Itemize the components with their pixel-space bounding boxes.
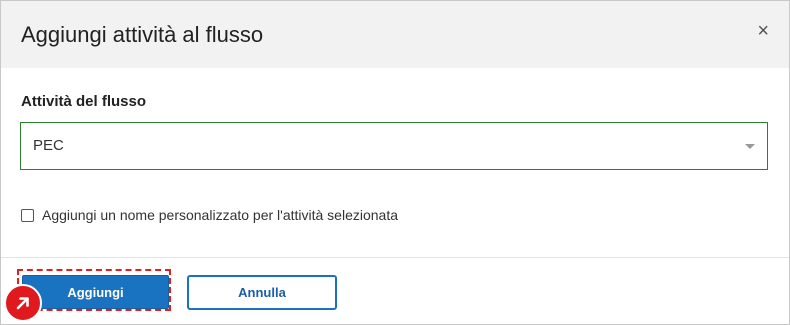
activity-field-label: Attività del flusso bbox=[21, 93, 147, 110]
chevron-down-icon bbox=[745, 144, 755, 149]
custom-name-checkbox[interactable] bbox=[21, 208, 34, 222]
add-activity-dialog: Aggiungi attività al flusso × Attività d… bbox=[0, 0, 790, 325]
close-icon[interactable]: × bbox=[757, 19, 769, 43]
arrow-up-right-glyph bbox=[16, 297, 29, 310]
arrow-up-right-icon bbox=[4, 284, 42, 322]
footer-divider bbox=[1, 257, 789, 258]
cancel-button[interactable]: Annulla bbox=[187, 275, 337, 310]
custom-name-option[interactable]: Aggiungi un nome personalizzato per l'at… bbox=[21, 206, 398, 224]
add-button[interactable]: Aggiungi bbox=[22, 275, 169, 309]
dialog-header: Aggiungi attività al flusso × bbox=[1, 1, 789, 68]
activity-select[interactable]: PEC bbox=[20, 122, 768, 170]
custom-name-checkbox-label[interactable]: Aggiungi un nome personalizzato per l'at… bbox=[42, 207, 398, 223]
activity-select-value: PEC bbox=[33, 137, 64, 154]
dialog-title: Aggiungi attività al flusso bbox=[21, 22, 264, 47]
